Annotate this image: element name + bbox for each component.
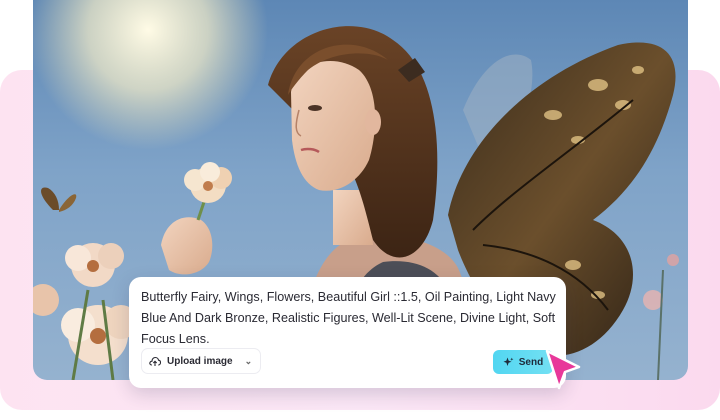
upload-image-button[interactable]: Upload image ⌄: [141, 348, 262, 374]
chevron-down-icon: ⌄: [244, 355, 253, 366]
canvas-stage: Butterfly Fairy, Wings, Flowers, Beautif…: [0, 0, 720, 420]
held-flower: [184, 162, 232, 203]
small-butterfly: [41, 187, 77, 212]
cloud-upload-icon: [149, 356, 161, 366]
upload-image-label: Upload image: [167, 355, 233, 367]
sparkle-icon: [503, 357, 514, 366]
prompt-card: Butterfly Fairy, Wings, Flowers, Beautif…: [129, 277, 566, 388]
prompt-textarea[interactable]: Butterfly Fairy, Wings, Flowers, Beautif…: [141, 287, 556, 350]
background-blossoms: [643, 254, 679, 380]
pointer-cursor-icon: [545, 349, 581, 390]
send-label: Send: [518, 356, 544, 368]
foreground-flowers: [33, 243, 138, 380]
